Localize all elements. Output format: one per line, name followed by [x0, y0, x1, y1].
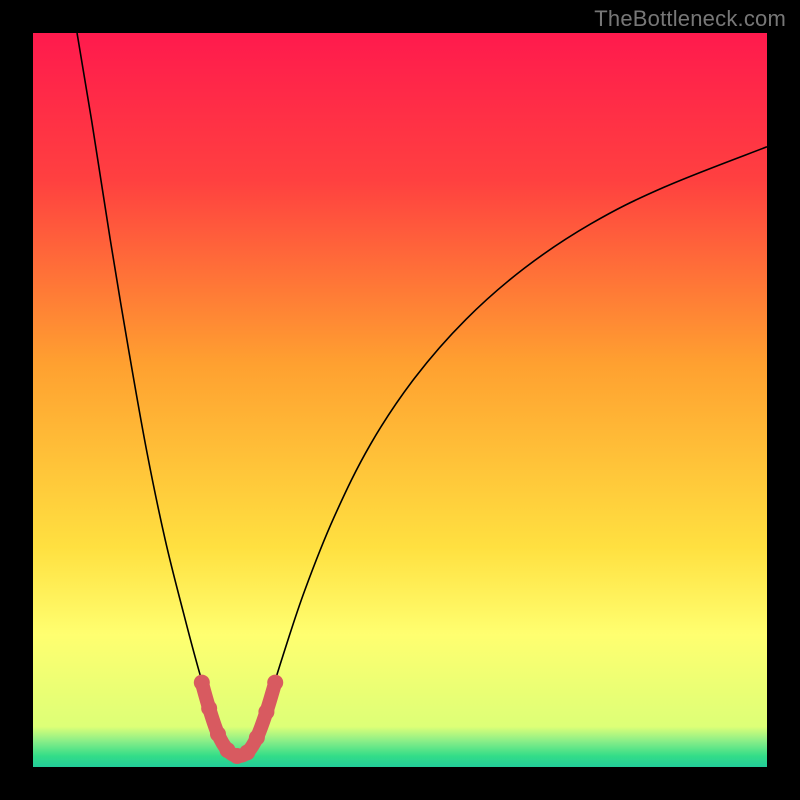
watermark-text: TheBottleneck.com: [594, 6, 786, 32]
highlight-dot: [258, 704, 274, 720]
highlight-dot: [210, 726, 226, 742]
highlight-dot: [239, 744, 255, 760]
bottleneck-chart: [33, 33, 767, 767]
chart-background: [33, 33, 767, 767]
highlight-dot: [249, 730, 265, 746]
highlight-dot: [194, 675, 210, 691]
chart-svg: [33, 33, 767, 767]
highlight-dot: [267, 675, 283, 691]
highlight-dot: [201, 700, 217, 716]
